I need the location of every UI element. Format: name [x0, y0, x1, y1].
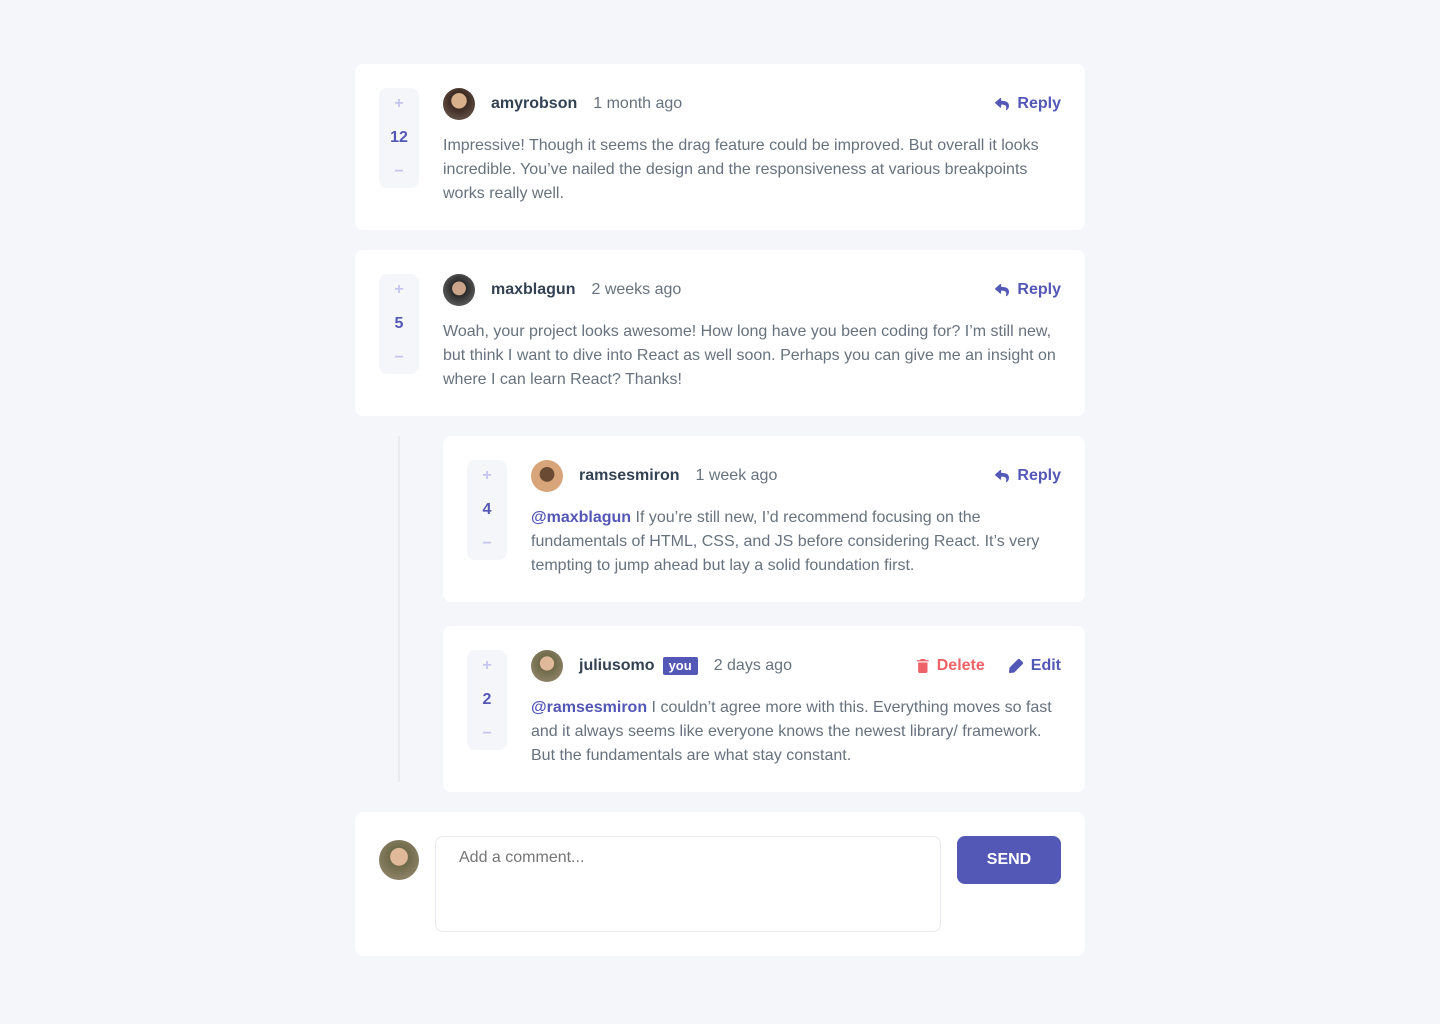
- reply-card: + 4 − ramsesmiron 1 week ago Reply @maxb…: [443, 436, 1085, 602]
- timestamp: 2 weeks ago: [591, 281, 682, 298]
- comment-text: Impressive! Though it seems the drag fea…: [443, 137, 1039, 202]
- upvote-button[interactable]: +: [394, 96, 403, 112]
- vote-control: + 12 −: [379, 88, 419, 188]
- comment-input[interactable]: [435, 836, 941, 932]
- username: maxblagun: [491, 281, 576, 298]
- comment-composer: SEND: [355, 812, 1085, 956]
- edit-label: Edit: [1030, 657, 1061, 674]
- username: amyrobson: [491, 95, 578, 112]
- reply-label: Reply: [1017, 467, 1061, 484]
- comments-section: + 12 − amyrobson 1 month ago Reply Impre…: [355, 64, 1085, 956]
- current-user-avatar: [379, 840, 419, 880]
- trash-icon: [916, 659, 929, 673]
- downvote-button[interactable]: −: [394, 164, 403, 180]
- score: 5: [394, 315, 404, 332]
- timestamp: 1 month ago: [593, 95, 683, 112]
- edit-button[interactable]: Edit: [1008, 657, 1061, 675]
- avatar: [531, 650, 563, 682]
- you-badge: you: [662, 657, 698, 675]
- reply-icon: [995, 469, 1010, 482]
- downvote-button[interactable]: −: [394, 350, 403, 366]
- upvote-button[interactable]: +: [482, 658, 491, 674]
- reply-icon: [995, 97, 1010, 110]
- downvote-button[interactable]: −: [482, 536, 491, 552]
- vote-control: + 4 −: [467, 460, 507, 560]
- comment-text: @ramsesmiron I couldn’t agree more with …: [531, 696, 1061, 768]
- score: 2: [482, 691, 492, 708]
- comment-text: @maxblagun If you’re still new, I’d reco…: [531, 506, 1061, 578]
- mention[interactable]: @maxblagun: [531, 509, 631, 526]
- username: ramsesmiron: [579, 467, 680, 484]
- timestamp: 1 week ago: [695, 467, 778, 484]
- reply-button[interactable]: Reply: [995, 95, 1061, 113]
- downvote-button[interactable]: −: [482, 726, 491, 742]
- vote-control: + 2 −: [467, 650, 507, 750]
- comment-text: Woah, your project looks awesome! How lo…: [443, 323, 1056, 388]
- reply-button[interactable]: Reply: [995, 467, 1061, 485]
- upvote-button[interactable]: +: [482, 468, 491, 484]
- reply-icon: [995, 283, 1010, 296]
- timestamp: 2 days ago: [713, 657, 792, 674]
- username: juliusomo: [579, 657, 655, 674]
- reply-card: + 2 − juliusomo you 2 days ago Delete Ed…: [443, 626, 1085, 792]
- avatar: [443, 88, 475, 120]
- avatar: [531, 460, 563, 492]
- send-button[interactable]: SEND: [957, 836, 1061, 884]
- mention[interactable]: @ramsesmiron: [531, 699, 647, 716]
- reply-button[interactable]: Reply: [995, 281, 1061, 299]
- pencil-icon: [1008, 659, 1023, 673]
- score: 4: [482, 501, 492, 518]
- upvote-button[interactable]: +: [394, 282, 403, 298]
- comment-card: + 12 − amyrobson 1 month ago Reply Impre…: [355, 64, 1085, 230]
- thread-line: [398, 436, 400, 782]
- delete-button[interactable]: Delete: [916, 657, 985, 675]
- score: 12: [390, 129, 408, 146]
- reply-label: Reply: [1017, 281, 1061, 298]
- reply-thread: + 4 − ramsesmiron 1 week ago Reply @maxb…: [355, 436, 1085, 792]
- reply-label: Reply: [1017, 95, 1061, 112]
- vote-control: + 5 −: [379, 274, 419, 374]
- avatar: [443, 274, 475, 306]
- comment-card: + 5 − maxblagun 2 weeks ago Reply Woah, …: [355, 250, 1085, 416]
- delete-label: Delete: [936, 657, 985, 674]
